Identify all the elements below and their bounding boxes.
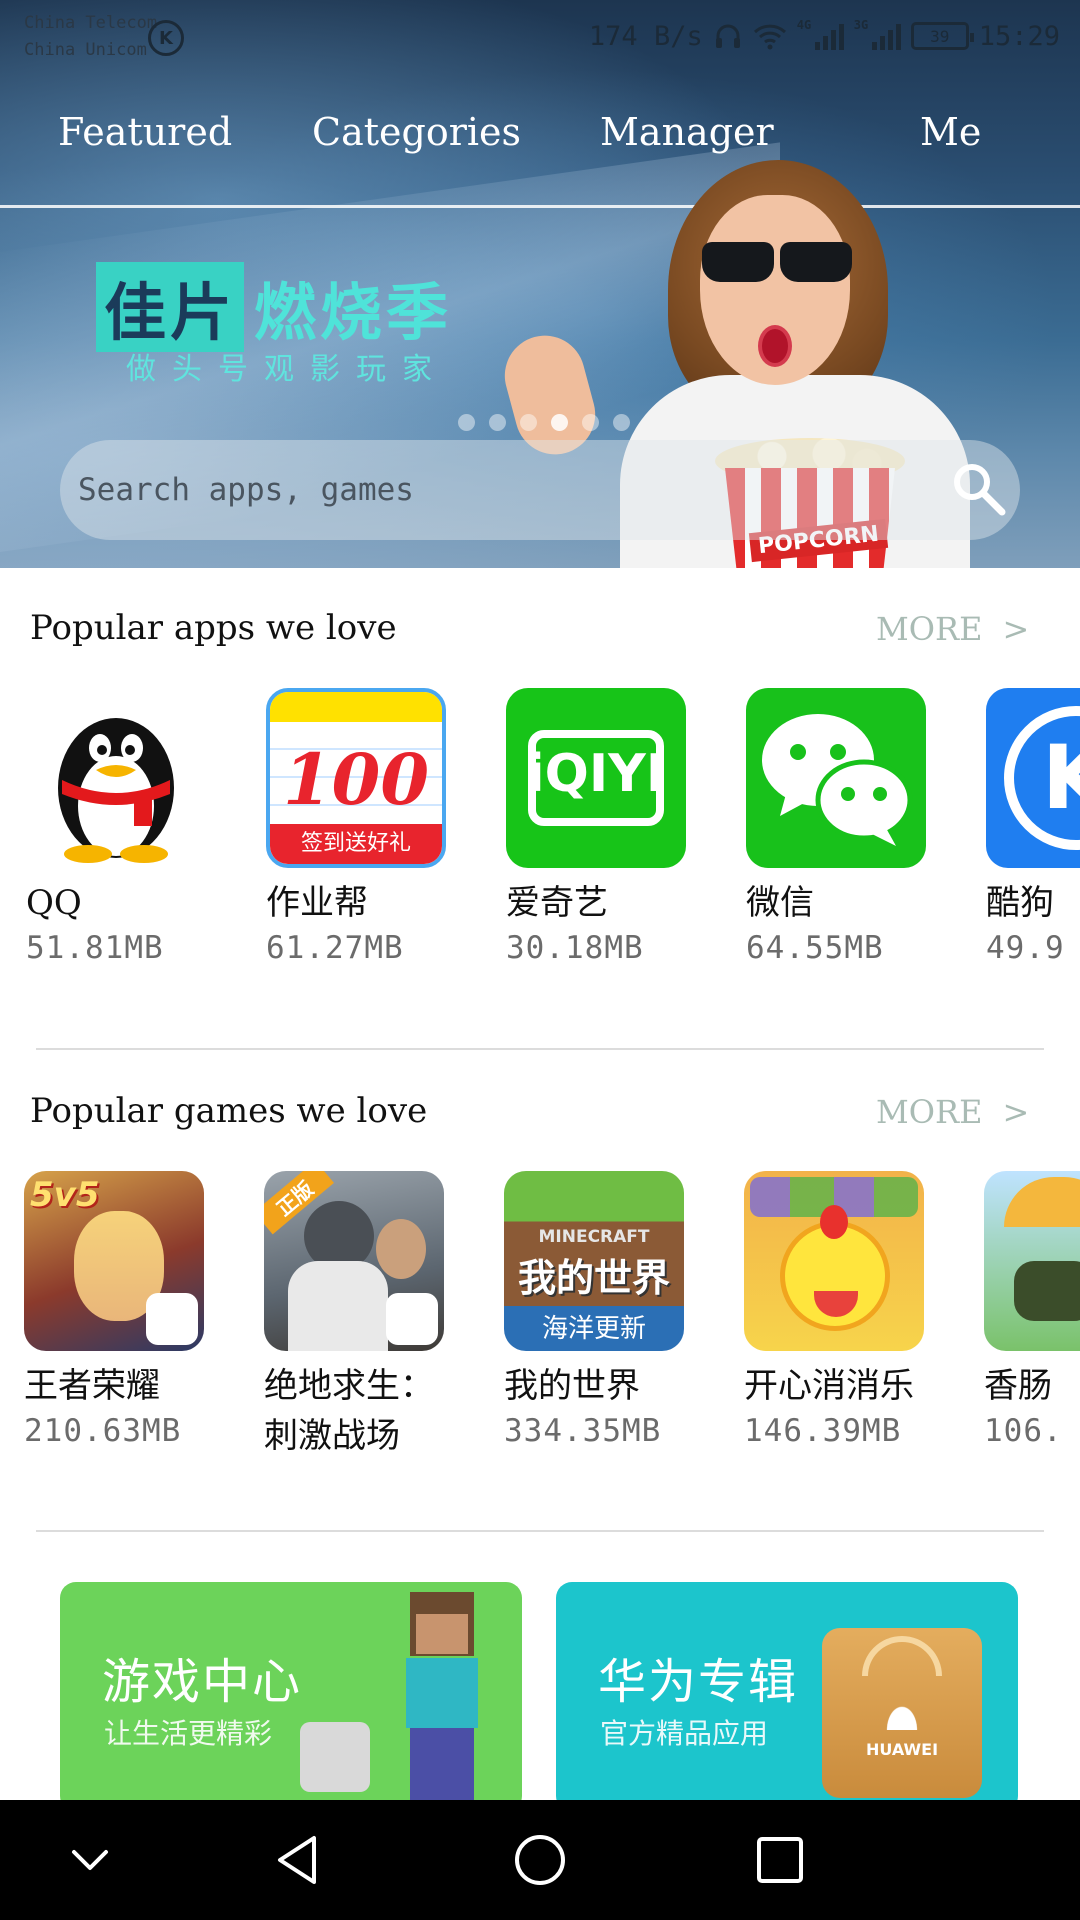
more-label: MORE	[876, 1093, 983, 1131]
apps-more-link[interactable]: MORE >	[876, 610, 1029, 648]
status-indicators: 174 B/s 4G 3G 39 15:29	[589, 18, 1060, 54]
pagination-dot-active[interactable]	[551, 414, 568, 431]
hero-banner[interactable]: China Telecom China Unicom K 174 B/s 4G	[0, 0, 1080, 568]
clock: 15:29	[978, 20, 1060, 52]
promo-game-center[interactable]: 游戏中心 让生活更精彩	[60, 1582, 522, 1812]
net-speed: 174 B/s	[588, 20, 703, 52]
game-item-pubg[interactable]: 正版 绝地求生：刺激战场	[264, 1171, 464, 1463]
battery-icon: 39	[910, 22, 974, 50]
home-icon[interactable]	[510, 1830, 570, 1890]
happy-elimination-icon	[744, 1171, 924, 1351]
more-label: MORE	[876, 610, 983, 648]
game-name: 香肠	[984, 1366, 1052, 1406]
kugou-icon: K	[986, 688, 1080, 868]
game-name: 我的世界	[504, 1366, 640, 1406]
zuoyebang-100-icon: 100 签到送好礼	[266, 688, 446, 868]
system-nav-bar	[0, 1800, 1080, 1920]
game-size: 146.39MB	[744, 1413, 902, 1449]
game-size: 106.	[984, 1413, 1063, 1449]
game-item-honor-of-kings[interactable]: 5v5 王者荣耀 210.63MB	[24, 1171, 224, 1449]
tab-categories[interactable]: Categories	[312, 110, 521, 154]
minecraft-steve-illustration	[380, 1592, 500, 1812]
games-more-link[interactable]: MORE >	[876, 1093, 1029, 1131]
games-row: 5v5 王者荣耀 210.63MB 正版 绝地求生：刺激战场 MINECRAFT…	[0, 1171, 1080, 1531]
games-section-title: Popular games we love	[30, 1091, 428, 1131]
promo-subtitle: 让生活更精彩	[104, 1717, 273, 1750]
game-item-minecraft[interactable]: MINECRAFT 我的世界 海洋更新 我的世界 334.35MB	[504, 1171, 704, 1449]
app-name: 微信	[746, 883, 814, 923]
game-item-happy-elimination[interactable]: 开心消消乐 146.39MB	[744, 1171, 944, 1449]
pagination-dot[interactable]	[520, 414, 537, 431]
app-name: 爱奇艺	[506, 883, 608, 923]
carrier-info: China Telecom China Unicom	[24, 10, 157, 64]
back-icon[interactable]	[270, 1830, 330, 1890]
search-icon[interactable]	[946, 458, 1020, 522]
promo-title: 游戏中心	[102, 1654, 303, 1710]
tab-manager[interactable]: Manager	[600, 110, 774, 154]
chevron-right-icon: >	[1002, 1093, 1030, 1131]
battery-level: 39	[930, 26, 950, 46]
banner-subtitle: 做头号观影玩家	[126, 352, 448, 387]
app-name: 作业帮	[266, 883, 368, 923]
game-item-sausage[interactable]: 香肠 106.	[984, 1171, 1080, 1449]
section-divider	[36, 1530, 1044, 1532]
search-bar[interactable]	[60, 440, 1020, 540]
app-item-qq[interactable]: QQ 51.81MB	[26, 688, 226, 966]
game-size: 334.35MB	[504, 1413, 662, 1449]
qq-penguin-icon	[26, 688, 206, 868]
apps-section-title: Popular apps we love	[30, 608, 397, 648]
app-size: 64.55MB	[746, 930, 884, 966]
game-name: 王者荣耀	[24, 1366, 160, 1406]
pagination-dot[interactable]	[613, 414, 630, 431]
app-name: 酷狗	[986, 883, 1054, 923]
status-bar: China Telecom China Unicom K 174 B/s 4G	[0, 0, 1080, 72]
recents-icon[interactable]	[750, 1830, 810, 1890]
app-name: QQ	[26, 883, 82, 923]
minecraft-icon: MINECRAFT 我的世界 海洋更新	[504, 1171, 684, 1351]
pagination-dot[interactable]	[458, 414, 475, 431]
iqiyi-icon: iQIYI	[506, 688, 686, 868]
app-item-zuoyebang[interactable]: 100 签到送好礼 作业帮 61.27MB	[266, 688, 466, 966]
huawei-bag-icon: HUAWEI	[822, 1628, 982, 1798]
signal-4g-icon: 4G	[797, 18, 844, 50]
search-input[interactable]	[76, 471, 896, 509]
app-item-iqiyi[interactable]: iQIYI 爱奇艺 30.18MB	[506, 688, 706, 966]
app-size: 30.18MB	[506, 930, 644, 966]
pagination-dot[interactable]	[489, 414, 506, 431]
game-name: 开心消消乐	[744, 1366, 914, 1406]
promo-title: 华为专辑	[598, 1654, 799, 1710]
signal-3g-icon: 3G	[854, 18, 901, 50]
banner-title: 佳片 燃烧季	[96, 262, 452, 352]
game-size: 210.63MB	[24, 1413, 182, 1449]
app-item-kugou[interactable]: K 酷狗 49.9	[986, 688, 1080, 966]
carrier-1: China Telecom	[24, 13, 158, 33]
kirin-k-icon: K	[148, 20, 184, 56]
promo-subtitle: 官方精品应用	[600, 1717, 769, 1750]
section-divider	[36, 1048, 1044, 1050]
banner-title-rest: 燃烧季	[254, 276, 453, 349]
dog-illustration	[300, 1722, 370, 1792]
pubg-icon: 正版	[264, 1171, 444, 1351]
game-name: 绝地求生：刺激战场	[264, 1366, 434, 1456]
banner-pagination	[458, 414, 630, 431]
app-size: 61.27MB	[266, 930, 404, 966]
app-size: 49.9	[986, 930, 1065, 966]
app-size: 51.81MB	[26, 930, 164, 966]
chevron-down-icon[interactable]	[60, 1830, 120, 1890]
sausage-party-icon	[984, 1171, 1080, 1351]
tab-featured[interactable]: Featured	[58, 110, 232, 154]
honor-of-kings-icon: 5v5	[24, 1171, 204, 1351]
chevron-right-icon: >	[1002, 610, 1030, 648]
pagination-dot[interactable]	[582, 414, 599, 431]
banner-title-highlight: 佳片	[96, 262, 245, 352]
wechat-icon	[746, 688, 926, 868]
headphones-icon	[715, 24, 740, 48]
tab-me[interactable]: Me	[920, 110, 981, 154]
wifi-icon	[753, 24, 786, 50]
app-item-wechat[interactable]: 微信 64.55MB	[746, 688, 946, 966]
carrier-2: China Unicom	[24, 40, 147, 60]
promo-huawei-collection[interactable]: 华为专辑 官方精品应用 HUAWEI	[556, 1582, 1018, 1812]
